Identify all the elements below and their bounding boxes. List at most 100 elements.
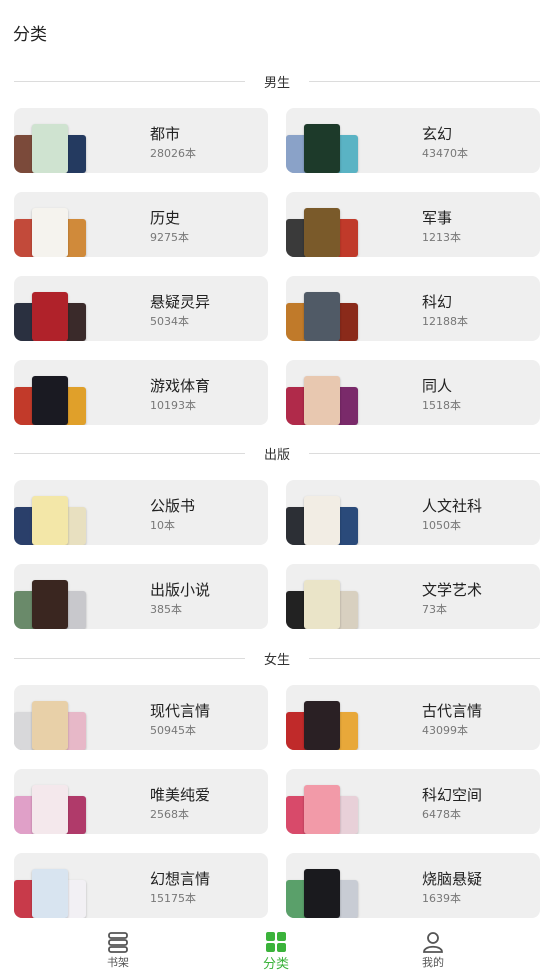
category-name: 科幻空间 [422,786,483,804]
category-card[interactable]: 悬疑灵异 5034本 [14,276,268,341]
category-name: 同人 [422,377,453,395]
tab-label: 书架 [107,956,129,969]
book-cover [32,580,68,629]
category-count: 43099本 [422,724,468,737]
category-card[interactable]: 现代言情 50945本 [14,685,268,750]
category-card[interactable]: 历史 9275本 [14,192,268,257]
category-card[interactable]: 烧脑悬疑 1639本 [286,853,540,918]
header: 分类 [0,0,556,64]
book-covers [286,108,360,173]
section-divider: 男生 [14,66,540,96]
book-covers [286,276,360,341]
category-name: 悬疑灵异 [150,293,211,311]
book-covers [14,685,88,750]
category-card[interactable]: 古代言情 43099本 [286,685,540,750]
category-count: 43470本 [422,147,468,160]
category-count: 15175本 [150,892,196,905]
category-card[interactable]: 军事 1213本 [286,192,540,257]
section-label: 男生 [263,76,290,91]
category-card[interactable]: 都市 28026本 [14,108,268,173]
category-count: 1213本 [422,231,461,244]
book-cover [32,785,68,834]
tab-category[interactable]: 分类 [226,920,326,974]
category-count: 5034本 [150,315,189,328]
category-card[interactable]: 同人 1518本 [286,360,540,425]
book-cover [304,701,340,750]
category-count: 12188本 [422,315,468,328]
book-covers [14,360,88,425]
book-cover [304,124,340,173]
category-count: 2568本 [150,808,189,821]
book-covers [286,480,360,545]
tab-label: 分类 [262,957,289,972]
category-card[interactable]: 玄幻 43470本 [286,108,540,173]
divider-line [309,453,540,454]
book-cover [304,785,340,834]
book-cover [32,496,68,545]
category-name: 现代言情 [150,702,211,720]
category-count: 50945本 [150,724,196,737]
category-card[interactable]: 唯美纯爱 2568本 [14,769,268,834]
book-covers [14,192,88,257]
category-grid-icon [266,932,286,952]
category-count: 385本 [150,603,182,616]
category-name: 唯美纯爱 [150,786,211,804]
category-list[interactable]: 男生都市 28026本 玄幻 43470本历史 9275本 军事 1213本悬疑灵异 5034… [0,64,556,920]
tab-bookshelf[interactable]: 书架 [68,920,168,974]
category-count: 1639本 [422,892,461,905]
category-name: 都市 [150,125,181,143]
category-card[interactable]: 科幻空间 6478本 [286,769,540,834]
book-covers [286,853,360,918]
category-count: 9275本 [150,231,189,244]
category-name: 游戏体育 [150,377,211,395]
book-covers [286,564,360,629]
category-name: 公版书 [150,497,196,515]
book-covers [14,769,88,834]
tab-label: 我的 [422,956,444,969]
tab-mine[interactable]: 我的 [383,920,483,974]
book-cover [32,701,68,750]
book-cover [304,208,340,257]
category-name: 古代言情 [422,702,483,720]
divider-line [14,453,245,454]
section-divider: 女生 [14,643,540,673]
category-count: 1050本 [422,519,461,532]
category-name: 出版小说 [150,581,211,599]
book-cover [304,496,340,545]
divider-line [309,658,540,659]
category-name: 人文社科 [422,497,483,515]
section-divider: 出版 [14,438,540,468]
category-card[interactable]: 幻想言情 15175本 [14,853,268,918]
category-name: 文学艺术 [422,581,483,599]
category-card[interactable]: 出版小说 385本 [14,564,268,629]
category-name: 科幻 [422,293,453,311]
category-name: 玄幻 [422,125,453,143]
book-cover [32,208,68,257]
category-card[interactable]: 游戏体育 10193本 [14,360,268,425]
category-card[interactable]: 公版书 10本 [14,480,268,545]
divider-line [14,81,245,82]
category-count: 10193本 [150,399,196,412]
category-count: 28026本 [150,147,196,160]
category-name: 历史 [150,209,181,227]
book-cover [32,869,68,918]
book-cover [304,376,340,425]
category-name: 军事 [422,209,453,227]
category-card[interactable]: 科幻 12188本 [286,276,540,341]
book-covers [286,769,360,834]
category-count: 1518本 [422,399,461,412]
category-card[interactable]: 文学艺术 73本 [286,564,540,629]
category-name: 烧脑悬疑 [422,870,483,888]
category-name: 幻想言情 [150,870,211,888]
book-covers [14,564,88,629]
book-cover [304,869,340,918]
book-covers [14,480,88,545]
book-covers [14,853,88,918]
bookshelf-icon [108,932,128,953]
divider-line [14,658,245,659]
section-label: 女生 [263,653,290,668]
bottom-tab-bar: 书架 分类 我的 [0,920,556,974]
category-card[interactable]: 人文社科 1050本 [286,480,540,545]
book-cover [304,292,340,341]
book-cover [32,124,68,173]
